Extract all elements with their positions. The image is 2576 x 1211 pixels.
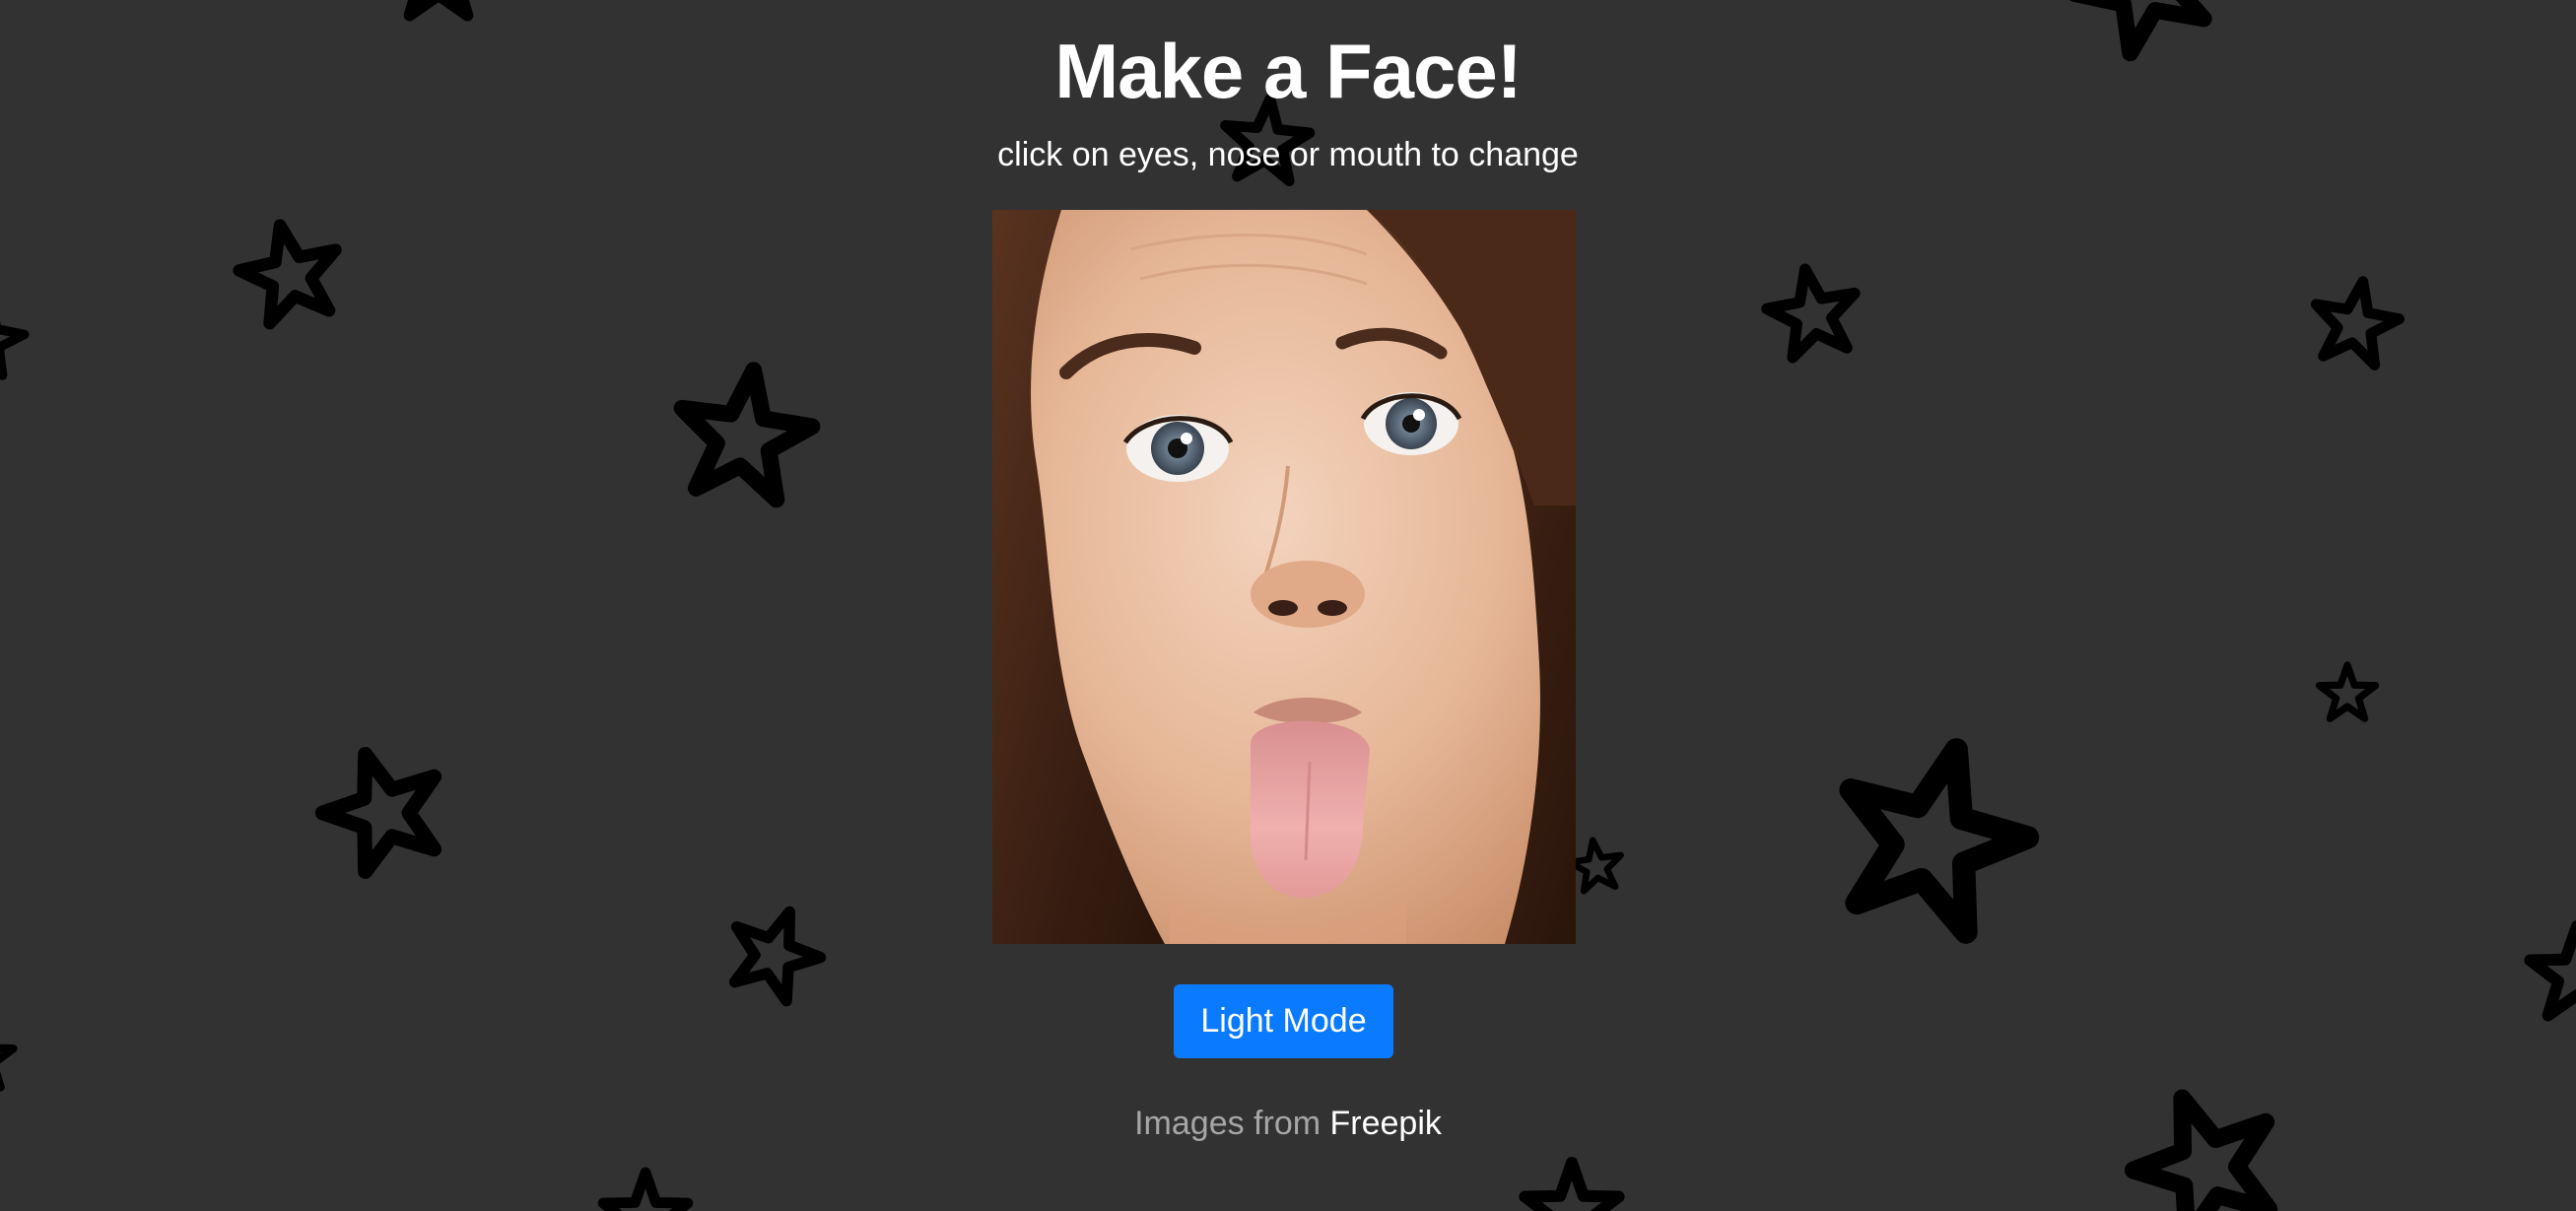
image-credit: Images from Freepik — [0, 1102, 2576, 1145]
nose-tip — [1251, 561, 1365, 628]
page-title: Make a Face! — [1054, 28, 1523, 114]
left-nostril — [1268, 600, 1298, 616]
instructions-subtitle: click on eyes, nose or mouth to change — [997, 136, 1579, 173]
freepik-link[interactable]: Freepik — [1330, 1105, 1442, 1142]
face-image — [992, 210, 1576, 944]
left-eye-highlight — [1181, 433, 1192, 444]
light-mode-button[interactable]: Light Mode — [1174, 984, 1393, 1058]
credit-prefix: Images from — [1134, 1105, 1322, 1142]
right-eye-highlight — [1413, 409, 1425, 421]
page-content: Make a Face! click on eyes, nose or mout… — [0, 0, 2576, 1211]
right-nostril — [1318, 600, 1347, 616]
